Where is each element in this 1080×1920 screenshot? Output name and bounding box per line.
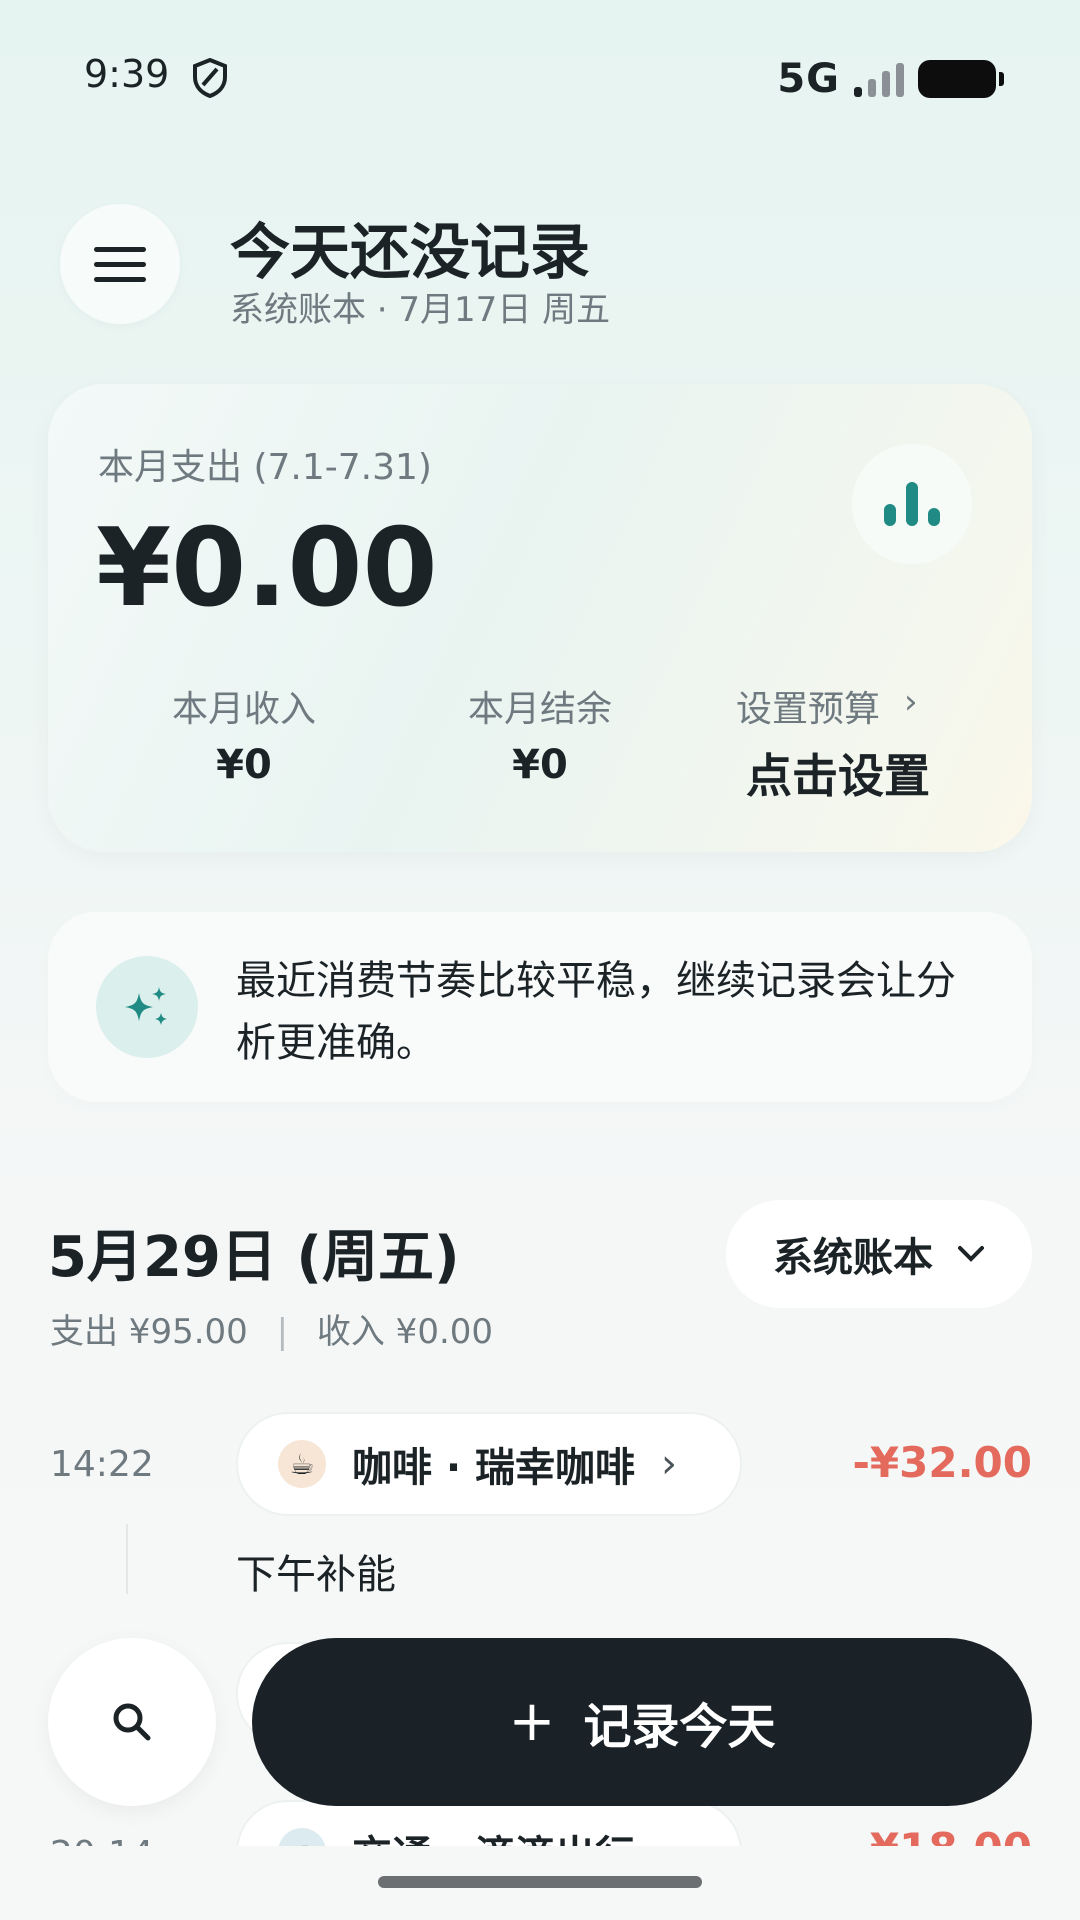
day-summary: 支出 ¥95.00 | 收入 ¥0.00 [50,1304,493,1353]
search-icon [113,1703,151,1741]
timeline-line [126,1524,128,1594]
income-label: 本月收入 [171,689,316,730]
menu-button[interactable] [60,204,180,324]
book-selector-label: 系统账本 [773,1235,933,1281]
statistics-button[interactable] [852,444,972,564]
chevron-down-icon [958,1246,984,1262]
chevron-right-icon: › [904,682,918,722]
book-selector[interactable]: 系统账本 [726,1200,1032,1308]
status-indicators: 5G [777,56,1004,102]
monthly-expense-label: 本月支出 (7.1-7.31) [98,447,432,488]
balance-label: 本月结余 [467,689,612,730]
record-today-button[interactable]: + 记录今天 [252,1638,1032,1806]
income-value: ¥0 [216,742,272,788]
coffee-icon: ☕ [278,1440,326,1488]
transaction-time: 14:22 [50,1444,154,1485]
plus-icon: + [508,1689,556,1754]
bar-chart-icon [884,504,896,526]
transaction-note: 下午补能 [236,1552,396,1598]
transaction-category: 咖啡 · 瑞幸咖啡 [352,1445,636,1491]
signal-icon [854,61,904,97]
home-indicator[interactable] [378,1876,702,1888]
day-income: 收入 ¥0.00 [316,1312,494,1352]
search-button[interactable] [48,1638,216,1806]
record-today-label: 记录今天 [583,1699,776,1755]
balance-value: ¥0 [512,742,568,788]
chevron-right-icon: › [661,1441,678,1487]
day-expense: 支出 ¥95.00 [50,1312,248,1352]
page-subtitle: 系统账本 · 7月17日 周五 [230,290,611,330]
transaction-amount: -¥32.00 [852,1438,1032,1487]
budget-set-link[interactable]: 点击设置 [746,740,930,806]
sparkle-icon [96,956,198,1058]
monthly-expense-amount: ¥0.00 [96,506,438,631]
battery-icon [918,60,1004,98]
insight-text: 最近消费节奏比较平稳，继续记录会让分析更准确。 [236,958,956,1066]
shield-icon [193,58,227,98]
summary-separator: | [276,1312,289,1352]
page-title: 今天还没记录 [230,218,590,288]
day-title: 5月29日 (周五) [48,1225,460,1290]
budget-label[interactable]: 设置预算 [736,680,880,732]
transaction-category-chip[interactable]: ☕ 咖啡 · 瑞幸咖啡 › [236,1412,742,1516]
menu-icon [94,246,146,252]
network-label: 5G [777,56,840,102]
status-time: 9:39 [84,52,170,96]
